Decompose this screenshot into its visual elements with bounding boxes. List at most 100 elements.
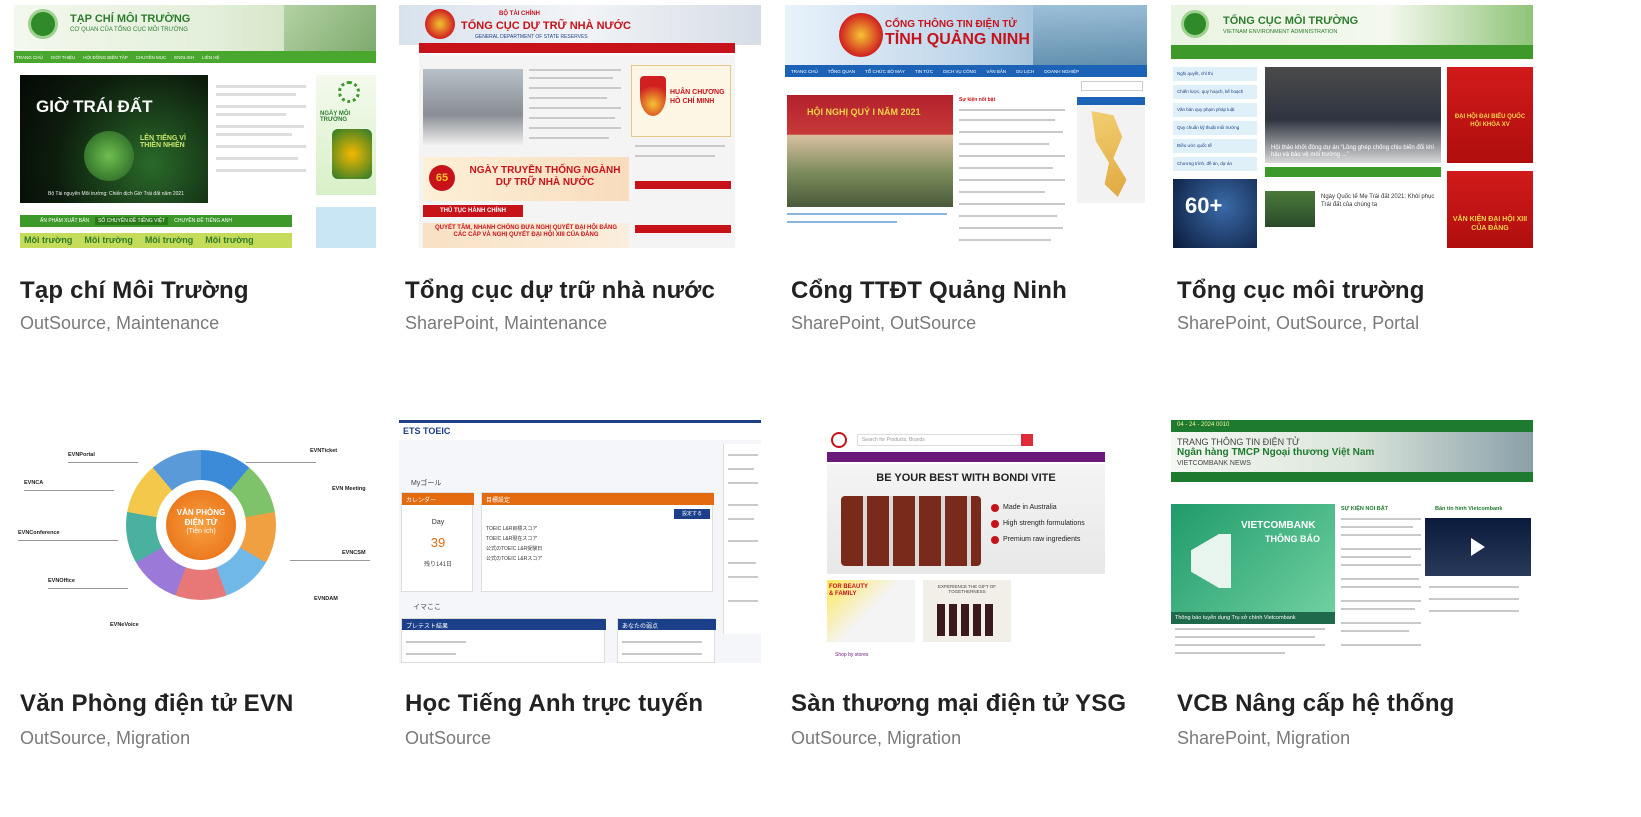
project-thumbnail[interactable]: TỔNG CỤC MÔI TRƯỜNG VIETNAM ENVIRONMENT … (1171, 5, 1533, 248)
map-header (1077, 97, 1145, 105)
earth-hand-image (84, 131, 134, 181)
magazine-strip: Môi trường Môi trường Môi trường Môi trư… (20, 233, 292, 248)
project-thumbnail[interactable]: BỘ TÀI CHÍNH TỔNG CỤC DỰ TRỮ NHÀ NƯỚC GE… (399, 5, 761, 248)
notice-caption[interactable]: Thông báo tuyển dụng Trụ sở chính Vietco… (1171, 612, 1335, 624)
project-card-toeic[interactable]: ETS TOEIC Myゴール カレンダー Day 39 残り141日 目標設定… (399, 420, 761, 760)
brand-name: VIETCOMBANK (1241, 520, 1316, 531)
video-player[interactable] (1425, 518, 1531, 576)
news-item[interactable]: Ngày Quốc tế Mẹ Trái đất 2021: Khôi phục… (1321, 193, 1441, 209)
conference-banner: HỘI NGHỊ QUÝ I NĂM 2021 (807, 107, 921, 117)
menu-item[interactable]: Văn bản quy phạm pháp luật (1173, 103, 1257, 117)
medal-caption: HUÂN CHƯƠNG HỒ CHÍ MINH (670, 89, 725, 105)
project-thumbnail[interactable]: VĂN PHÒNG ĐIỆN TỬ (Tiện ích) EVNPortal E… (14, 420, 376, 663)
center-line2: ĐIỆN TỬ (184, 518, 218, 527)
header-line1: TỔNG CỤC MÔI TRƯỜNG (1223, 15, 1359, 27)
promo-wine-label: EXPERIENCE THE GIFT OF TOGETHERNESS (937, 584, 997, 594)
site-header: TỔNG CỤC MÔI TRƯỜNG VIETNAM ENVIRONMENT … (1171, 5, 1533, 45)
medal-box: HUÂN CHƯƠNG HỒ CHÍ MINH (631, 65, 731, 137)
menu-item[interactable]: Chương trình, đề án, dự án (1173, 157, 1257, 171)
top-date: 04 - 24 - 2024 0010 (1177, 422, 1230, 428)
day-value: 39 (430, 535, 446, 550)
meeting-image: Hội thảo khởi động dự án “Lồng ghép chốn… (1265, 67, 1441, 163)
product-bottles (841, 496, 981, 566)
nav-item: ENGLISH (174, 54, 194, 60)
project-title[interactable]: VCB Nâng cấp hệ thống (1177, 690, 1455, 718)
ministry-label: BỘ TÀI CHÍNH (499, 11, 540, 17)
nav-item: HỘI ĐỒNG BIÊN TẬP (83, 54, 128, 60)
project-thumbnail[interactable]: ETS TOEIC Myゴール カレンダー Day 39 残り141日 目標設定… (399, 420, 761, 663)
day-label: Day (431, 519, 445, 526)
remaining-days: 残り141日 (423, 562, 452, 568)
product-search[interactable]: Search for Products, Brands (857, 434, 1031, 446)
header-line2: VIETNAM ENVIRONMENT ADMINISTRATION (1223, 29, 1338, 35)
poster-text: ĐẠI HỘI ĐẠI BIỂU QUỐC HỘI KHÓA XV (1454, 114, 1526, 128)
nav-item: DU LỊCH (1016, 68, 1035, 74)
poster-congress: ĐẠI HỘI ĐẠI BIỂU QUỐC HỘI KHÓA XV (1447, 67, 1533, 163)
admin-procedure-button[interactable]: THỦ TỤC HÀNH CHÍNH (423, 205, 523, 217)
menu-item[interactable]: Điều ước quốc tế (1173, 139, 1257, 153)
project-card-tong-cuc-du-tru[interactable]: BỘ TÀI CHÍNH TỔNG CỤC DỰ TRỮ NHÀ NƯỚC GE… (399, 5, 761, 345)
search-box[interactable] (1081, 81, 1143, 91)
nav-item: TRANG CHỦ (16, 54, 43, 60)
project-title[interactable]: Tạp chí Môi Trường (20, 277, 249, 305)
play-icon[interactable] (1471, 538, 1485, 556)
project-title[interactable]: Tổng cục dự trữ nhà nước (405, 277, 715, 305)
project-card-quang-ninh[interactable]: CỔNG THÔNG TIN ĐIỆN TỬ TỈNH QUẢNG NINH T… (785, 5, 1147, 345)
project-thumbnail[interactable]: CỔNG THÔNG TIN ĐIỆN TỬ TỈNH QUẢNG NINH T… (785, 5, 1147, 248)
project-card-tong-cuc-moi-truong[interactable]: TỔNG CỤC MÔI TRƯỜNG VIETNAM ENVIRONMENT … (1171, 5, 1533, 345)
top-bar: ETS TOEIC (399, 420, 761, 440)
shop-by-stores[interactable]: Shop by stores (835, 652, 868, 658)
set-goal-button[interactable]: 設定する (674, 509, 710, 519)
project-card-tap-chi-moi-truong[interactable]: TẠP CHÍ MÔI TRƯỜNG CƠ QUAN CỦA TỔNG CỤC … (14, 5, 376, 345)
project-thumbnail[interactable]: Search for Products, Brands BE YOUR BEST… (785, 420, 1147, 663)
project-tags: SharePoint, Migration (1177, 728, 1351, 748)
warehouse-image (423, 69, 523, 145)
project-title[interactable]: Tổng cục môi trường (1177, 277, 1425, 305)
header-line2: TỈNH QUẢNG NINH (885, 31, 1030, 48)
menu-item[interactable]: Nghị quyết, chỉ thị (1173, 67, 1257, 81)
map-panel (1077, 97, 1145, 203)
vietnam-map (1091, 111, 1127, 197)
project-tags: OutSource, Migration (20, 728, 191, 748)
project-card-ysg[interactable]: Search for Products, Brands BE YOUR BEST… (785, 420, 1147, 760)
nav-item: DỊCH VỤ CÔNG (943, 68, 977, 74)
module-label: EVNCA (24, 480, 44, 486)
project-tags: OutSource (405, 728, 492, 748)
center-line3: (Tiện ích) (186, 528, 216, 535)
project-thumbnail[interactable]: TẠP CHÍ MÔI TRƯỜNG CƠ QUAN CỦA TỔNG CỤC … (14, 5, 376, 248)
menu-item[interactable]: Chiến lược, quy hoạch, kế hoạch (1173, 85, 1257, 99)
hero-caption: Bộ Tài nguyên Môi trường: Chiến dịch Giờ… (48, 191, 184, 197)
site-nav: TRANG CHỦ TỔNG QUAN TỔ CHỨC BỘ MÁY TIN T… (785, 65, 1147, 77)
project-title[interactable]: Sàn thương mại điện tử YSG (791, 690, 1126, 718)
conference-image: HỘI NGHỊ QUÝ I NĂM 2021 (787, 95, 953, 207)
my-goal-tab[interactable]: Myゴール (411, 478, 441, 488)
nav-item: CHUYÊN MỤC (135, 54, 167, 60)
search-button[interactable] (1021, 434, 1033, 446)
magazine-label: Môi trường (84, 235, 133, 245)
project-card-evn[interactable]: VĂN PHÒNG ĐIỆN TỬ (Tiện ích) EVNPortal E… (14, 420, 376, 760)
project-title[interactable]: Văn Phòng điện tử EVN (20, 690, 294, 718)
tab-label: ẤN PHẨM XUẤT BẢN (40, 218, 90, 224)
site-nav (1171, 472, 1533, 482)
project-thumbnail[interactable]: 04 - 24 - 2024 0010 TRANG THÔNG TIN ĐIỆN… (1171, 420, 1533, 663)
video-header: Bản tin hình Vietcombank (1435, 506, 1503, 512)
project-title[interactable]: Cổng TTĐT Quảng Ninh (791, 277, 1067, 305)
menu-item[interactable]: Quy chuẩn kỹ thuật môi trường (1173, 121, 1257, 135)
small-ad (316, 207, 376, 248)
center-line1: VĂN PHÒNG (176, 508, 226, 517)
site-header: CỔNG THÔNG TIN ĐIỆN TỬ TỈNH QUẢNG NINH (785, 5, 1147, 65)
module-label: EVNeVoice (110, 622, 139, 628)
calendar-card: カレンダー Day 39 残り141日 (401, 492, 474, 592)
benefit-icon (991, 504, 999, 512)
hero-title: GIỜ TRÁI ĐẤT (36, 97, 153, 116)
leaf-decoration (284, 5, 376, 51)
top-strip: 04 - 24 - 2024 0010 (1171, 420, 1533, 432)
notice-banner: VIETCOMBANK THÔNG BÁO (1171, 504, 1335, 612)
module-label: EVNCSM (342, 550, 366, 556)
project-title[interactable]: Học Tiếng Anh trực tuyến (405, 690, 703, 718)
project-card-vcb[interactable]: 04 - 24 - 2024 0010 TRANG THÔNG TIN ĐIỆN… (1171, 420, 1533, 760)
module-label: EVNTicket (310, 448, 338, 454)
site-header: BỘ TÀI CHÍNH TỔNG CỤC DỰ TRỮ NHÀ NƯỚC GE… (399, 5, 761, 45)
ets-logo: ETS TOEIC (403, 426, 451, 436)
project-tags: SharePoint, OutSource (791, 313, 977, 333)
